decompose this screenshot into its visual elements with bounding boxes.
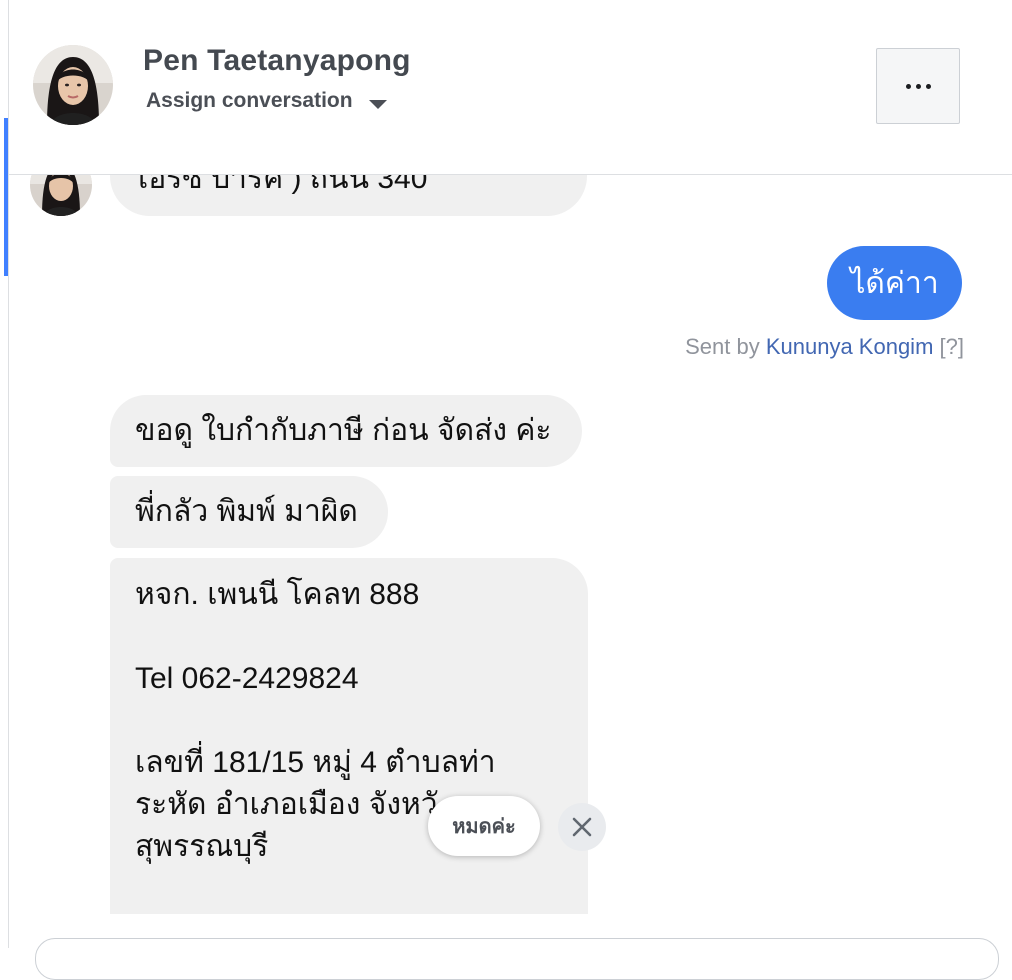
active-thread-indicator: [4, 118, 8, 276]
sent-by-help-link[interactable]: [?]: [940, 334, 964, 359]
address-line: เลขที่ 181/15 หมู่ 4 ตำบลท่า: [135, 746, 496, 779]
more-horizontal-icon: [905, 83, 931, 89]
address-line: หจก. เพนนี โคลท 888: [135, 578, 420, 611]
address-line: Tel 062-2429824: [135, 662, 359, 695]
message-bubble-address: หจก. เพนนี โคลท 888 Tel 062-2429824 เลขท…: [110, 558, 588, 914]
message-text: ได้ค่าา: [850, 266, 939, 300]
message-bubble-incoming: พี่กลัว พิมพ์ มาผิด: [110, 476, 388, 548]
contact-avatar[interactable]: [33, 45, 113, 125]
sent-by-prefix: Sent by: [685, 334, 760, 359]
sent-by-label: Sent by Kununya Kongim [?]: [685, 334, 964, 360]
more-options-button[interactable]: [876, 48, 960, 124]
assign-label: Assign conversation: [146, 89, 353, 112]
message-text: พี่กลัว พิมพ์ มาผิด: [135, 495, 358, 528]
message-bubble-incoming: ขอดู ใบกำกับภาษี ก่อน จัดส่ง ค่ะ: [110, 395, 582, 467]
sent-by-agent-link[interactable]: Kununya Kongim: [766, 334, 934, 359]
assign-conversation-dropdown[interactable]: Assign conversation: [146, 89, 387, 113]
message-text: ขอดู ใบกำกับภาษี ก่อน จัดส่ง ค่ะ: [135, 414, 552, 447]
quick-reply-label: หมดค่ะ: [452, 816, 516, 838]
message-composer[interactable]: [35, 938, 999, 980]
close-icon: [572, 817, 592, 837]
conversation-header: Pen Taetanyapong Assign conversation: [9, 0, 1012, 175]
quick-reply-close-button[interactable]: [558, 803, 606, 851]
caret-down-icon: [368, 99, 387, 109]
contact-name[interactable]: Pen Taetanyapong: [143, 44, 411, 78]
message-bubble-outgoing: ได้ค่าา: [827, 246, 962, 320]
quick-reply-chip[interactable]: หมดค่ะ: [428, 796, 540, 856]
